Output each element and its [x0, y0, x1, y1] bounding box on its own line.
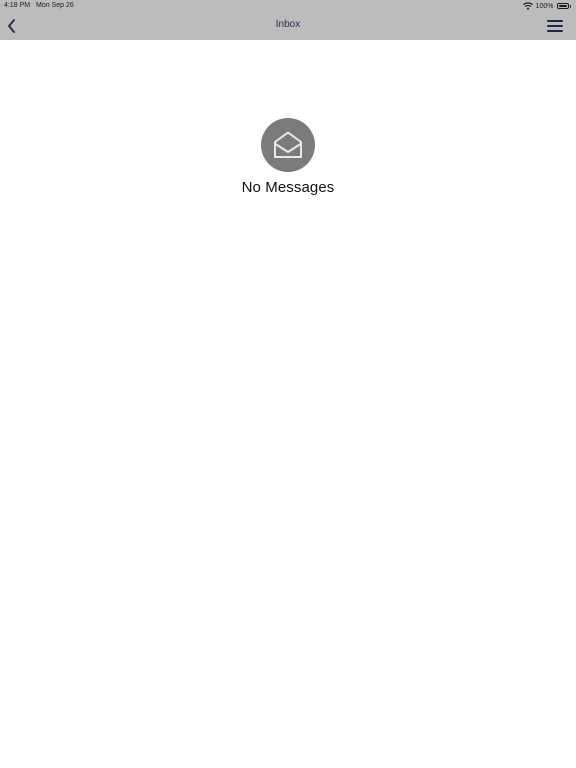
status-date: Mon Sep 26: [36, 2, 74, 9]
status-indicators: 100%: [522, 1, 571, 11]
empty-state: No Messages: [0, 118, 576, 196]
battery-icon: [556, 3, 571, 9]
menu-button[interactable]: [546, 18, 564, 34]
open-envelope-icon: [272, 129, 304, 161]
status-time: 4:18 PM: [4, 2, 31, 9]
hamburger-menu-icon: [546, 18, 564, 34]
battery-percentage: 100%: [535, 2, 554, 10]
navigation-bar: Inbox: [0, 12, 576, 40]
top-bar: 4:18 PM Mon Sep 26 100% Inbox: [0, 0, 576, 40]
battery-fill: [558, 5, 567, 7]
inbox-screen: 4:18 PM Mon Sep 26 100% Inbox No Message…: [0, 0, 576, 768]
status-bar: 4:18 PM Mon Sep 26 100%: [0, 0, 576, 12]
battery-body: [556, 3, 569, 9]
empty-icon-circle: [261, 118, 315, 172]
battery-tip: [569, 4, 571, 8]
wifi-icon: [522, 2, 533, 10]
empty-state-message: No Messages: [241, 179, 335, 196]
page-title: Inbox: [275, 19, 301, 30]
